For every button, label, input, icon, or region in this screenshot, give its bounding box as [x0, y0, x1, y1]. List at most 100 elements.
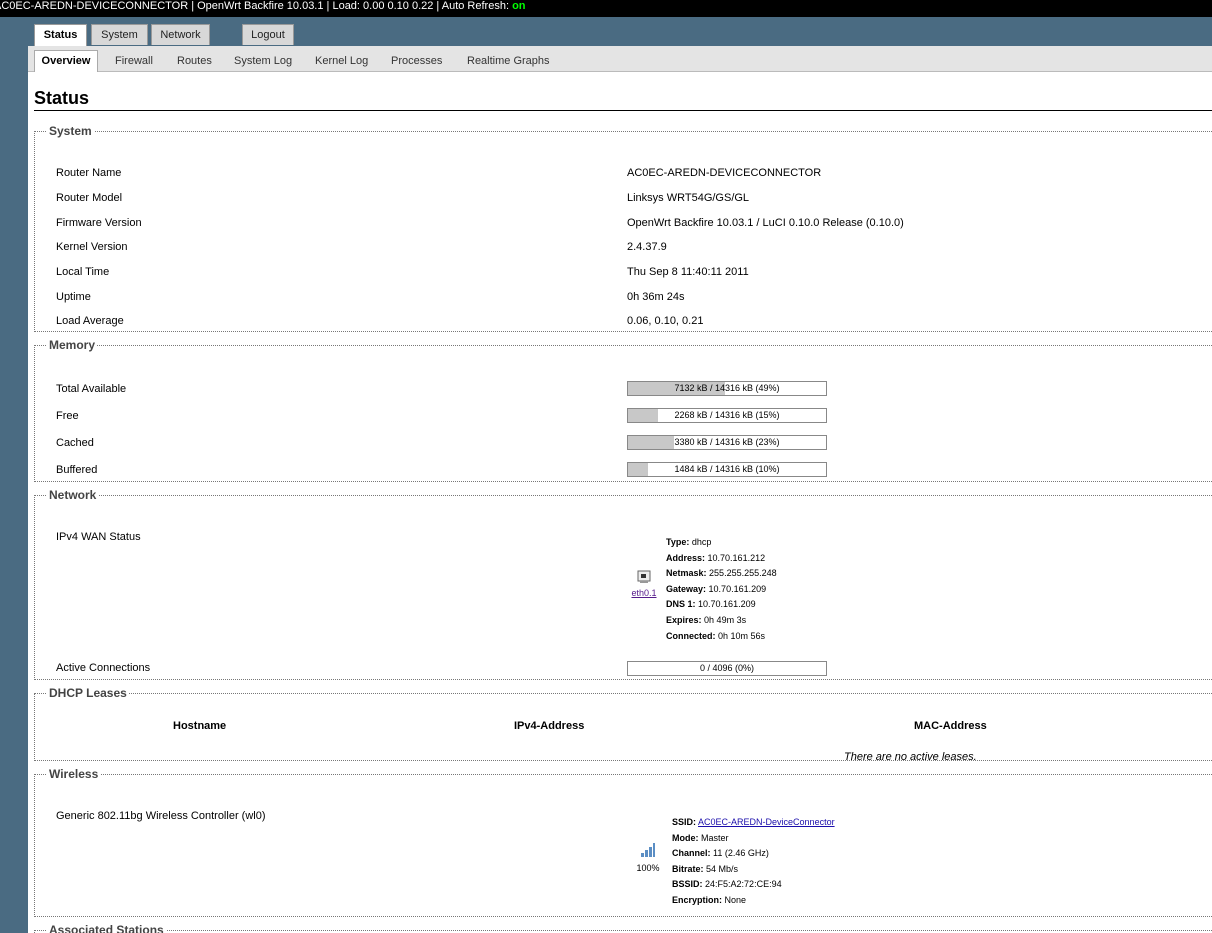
wireless-detail-value: 24:F5:A2:72:CE:94	[705, 879, 782, 890]
wireless-detail-value: Master	[701, 832, 729, 843]
tab-network[interactable]: Network	[151, 24, 210, 45]
wireless-detail-value: 11 (2.46 GHz)	[713, 848, 769, 859]
system-row-value: 0.06, 0.10, 0.21	[627, 315, 704, 327]
wan-detail-key: Gateway:	[666, 583, 707, 594]
signal-strength-icon	[641, 843, 655, 857]
memory-section: Memory Total Available 7132 kB / 14316 kB…	[34, 338, 1212, 482]
tab-routes[interactable]: Routes	[177, 51, 212, 71]
wireless-detail-value: 54 Mb/s	[706, 863, 739, 874]
wireless-detail-key: Bitrate:	[672, 863, 704, 874]
system-row-label: Local Time	[56, 266, 110, 278]
dhcp-header-mac: MAC-Address	[914, 720, 987, 732]
tab-kernel-log[interactable]: Kernel Log	[315, 51, 368, 71]
system-row-value: Linksys WRT54G/GS/GL	[627, 192, 750, 204]
tab-firewall[interactable]: Firewall	[115, 51, 153, 71]
wan-detail-value: dhcp	[691, 537, 712, 547]
wan-detail-line: Expires: 0h 49m 3s	[666, 613, 777, 629]
tab-status[interactable]: Status	[34, 24, 87, 47]
system-row-label: Router Model	[56, 192, 123, 204]
wireless-detail-key: SSID:	[672, 817, 697, 827]
network-legend: Network	[49, 488, 97, 502]
wireless-detail-line: Bitrate: 54 Mb/s	[672, 862, 835, 878]
wireless-section: Wireless Generic 802.11bg Wireless Contr…	[34, 767, 1212, 917]
system-row-value: OpenWrt Backfire 10.03.1 / LuCI 0.10.0 R…	[627, 217, 904, 229]
tab-overview[interactable]: Overview	[34, 50, 98, 72]
memory-bar: 2268 kB / 14316 kB (15%)	[627, 408, 827, 423]
wan-detail-key: Netmask:	[666, 568, 707, 579]
wan-detail-key: Type:	[666, 537, 690, 547]
system-row-value: 0h 36m 24s	[627, 291, 685, 303]
content-area: Overview Firewall Routes System Log Kern…	[28, 46, 1212, 933]
wan-detail-value: 10.70.161.212	[707, 552, 766, 563]
system-legend: System	[49, 124, 92, 138]
dhcp-header-hostname: Hostname	[173, 720, 227, 732]
header-status-bar: AC0EC-AREDN-DEVICECONNECTOR | OpenWrt Ba…	[0, 0, 1212, 17]
wireless-legend: Wireless	[49, 767, 99, 781]
ssid-link[interactable]: AC0EC-AREDN-DeviceConnector	[698, 817, 835, 827]
wireless-detail-line: SSID: AC0EC-AREDN-DeviceConnector	[672, 815, 835, 831]
wan-detail-key: Expires:	[666, 614, 702, 625]
connections-bar: 0 / 4096 (0%)	[627, 661, 827, 676]
wan-detail-value: 0h 49m 3s	[704, 614, 747, 625]
auto-refresh-toggle[interactable]: on	[512, 0, 525, 12]
memory-bar: 7132 kB / 14316 kB (49%)	[627, 381, 827, 396]
memory-row-label: Free	[56, 410, 79, 422]
system-row-label: Uptime	[56, 291, 91, 303]
connections-bar-text: 0 / 4096 (0%)	[699, 663, 755, 673]
memory-bar-text: 3380 kB / 14316 kB (23%)	[674, 437, 780, 447]
tab-logout[interactable]: Logout	[242, 24, 294, 45]
wan-interface[interactable]: eth0.1	[629, 570, 659, 598]
memory-row-label: Cached	[56, 437, 94, 449]
wireless-detail-key: Mode:	[672, 832, 699, 843]
wan-detail-value: 10.70.161.209	[698, 599, 756, 610]
dhcp-header-ipv4: IPv4-Address	[514, 720, 585, 732]
wireless-detail-line: Channel: 11 (2.46 GHz)	[672, 846, 835, 862]
title-divider	[34, 110, 1212, 111]
wan-detail-key: DNS 1:	[666, 599, 696, 610]
wan-details: Type: dhcp Address: 10.70.161.212 Netmask:…	[666, 535, 777, 644]
system-row-label: Load Average	[56, 315, 124, 327]
wan-detail-value: 10.70.161.209	[708, 583, 767, 594]
wan-detail-line: Type: dhcp	[666, 535, 777, 551]
system-row-value: Thu Sep 8 11:40:11 2011	[627, 266, 749, 278]
tab-realtime-graphs[interactable]: Realtime Graphs	[467, 51, 550, 71]
wan-detail-value: 255.255.255.248	[709, 568, 777, 579]
tab-system-log[interactable]: System Log	[234, 51, 292, 71]
memory-row-label: Total Available	[56, 383, 127, 395]
wireless-signal: 100%	[633, 842, 663, 873]
wireless-detail-key: Channel:	[672, 848, 711, 859]
signal-percent: 100%	[636, 863, 660, 873]
associated-stations-section: Associated Stations	[34, 923, 1212, 933]
wan-detail-line: Netmask: 255.255.255.248	[666, 566, 777, 582]
wireless-detail-value: None	[724, 894, 747, 905]
memory-bar-text: 2268 kB / 14316 kB (15%)	[674, 410, 780, 420]
page-title: Status	[34, 88, 90, 108]
wan-interface-link[interactable]: eth0.1	[631, 588, 656, 598]
wireless-detail-line: BSSID: 24:F5:A2:72:CE:94	[672, 877, 835, 893]
memory-bar-text: 7132 kB / 14316 kB (49%)	[674, 383, 780, 393]
system-row-label: Firmware Version	[56, 217, 142, 229]
wireless-detail-key: Encryption:	[672, 894, 723, 905]
wireless-detail-line: Mode: Master	[672, 831, 835, 847]
network-section: Network IPv4 WAN Status eth0.1 Type: dhc…	[34, 488, 1212, 680]
dhcp-empty-message: There are no active leases.	[844, 751, 977, 763]
tab-system[interactable]: System	[91, 24, 148, 45]
wan-detail-key: Connected:	[666, 630, 716, 641]
wireless-device-label: Generic 802.11bg Wireless Controller (wl…	[56, 810, 266, 822]
wan-detail-value: 0h 10m 56s	[718, 630, 766, 641]
memory-row-label: Buffered	[56, 464, 98, 476]
memory-legend: Memory	[49, 338, 96, 352]
wan-detail-line: Gateway: 10.70.161.209	[666, 582, 777, 598]
system-row-value: 2.4.37.9	[627, 241, 667, 253]
wireless-details: SSID: AC0EC-AREDN-DeviceConnector Mode: M…	[672, 815, 835, 909]
dhcp-section: DHCP Leases Hostname IPv4-Address MAC-Ad…	[34, 686, 1212, 763]
sub-tabs: Overview Firewall Routes System Log Kern…	[28, 46, 1212, 72]
wan-detail-line: Connected: 0h 10m 56s	[666, 629, 777, 645]
wireless-detail-line: Encryption: None	[672, 893, 835, 909]
memory-bar: 1484 kB / 14316 kB (10%)	[627, 462, 827, 477]
tab-processes[interactable]: Processes	[391, 51, 442, 71]
active-connections-label: Active Connections	[56, 662, 151, 674]
system-row-label: Router Name	[56, 167, 122, 179]
wan-detail-line: DNS 1: 10.70.161.209	[666, 597, 777, 613]
associated-stations-legend: Associated Stations	[49, 923, 164, 933]
